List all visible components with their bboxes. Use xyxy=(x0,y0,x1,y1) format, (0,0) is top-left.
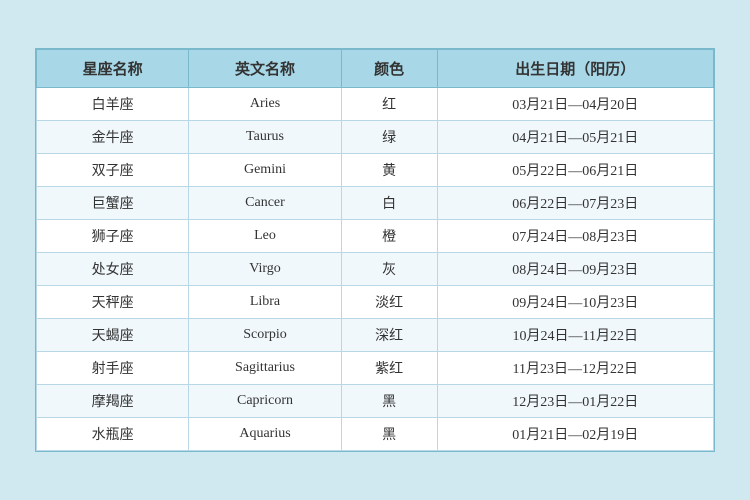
table-row: 处女座Virgo灰08月24日—09月23日 xyxy=(37,253,714,286)
cell-color: 灰 xyxy=(341,253,437,286)
cell-dates: 06月22日—07月23日 xyxy=(437,187,713,220)
cell-english-name: Libra xyxy=(189,286,341,319)
cell-dates: 08月24日—09月23日 xyxy=(437,253,713,286)
cell-english-name: Aquarius xyxy=(189,418,341,451)
cell-english-name: Aries xyxy=(189,88,341,121)
table-row: 巨蟹座Cancer白06月22日—07月23日 xyxy=(37,187,714,220)
table-row: 狮子座Leo橙07月24日—08月23日 xyxy=(37,220,714,253)
header-color: 颜色 xyxy=(341,50,437,88)
cell-chinese-name: 处女座 xyxy=(37,253,189,286)
table-row: 白羊座Aries红03月21日—04月20日 xyxy=(37,88,714,121)
cell-english-name: Leo xyxy=(189,220,341,253)
cell-color: 绿 xyxy=(341,121,437,154)
cell-dates: 03月21日—04月20日 xyxy=(437,88,713,121)
table-row: 天秤座Libra淡红09月24日—10月23日 xyxy=(37,286,714,319)
cell-color: 深红 xyxy=(341,319,437,352)
cell-dates: 07月24日—08月23日 xyxy=(437,220,713,253)
cell-dates: 05月22日—06月21日 xyxy=(437,154,713,187)
cell-color: 淡红 xyxy=(341,286,437,319)
cell-color: 白 xyxy=(341,187,437,220)
cell-color: 黑 xyxy=(341,385,437,418)
table-row: 金牛座Taurus绿04月21日—05月21日 xyxy=(37,121,714,154)
cell-chinese-name: 巨蟹座 xyxy=(37,187,189,220)
cell-chinese-name: 双子座 xyxy=(37,154,189,187)
cell-dates: 09月24日—10月23日 xyxy=(437,286,713,319)
cell-english-name: Scorpio xyxy=(189,319,341,352)
table-row: 双子座Gemini黄05月22日—06月21日 xyxy=(37,154,714,187)
cell-dates: 12月23日—01月22日 xyxy=(437,385,713,418)
cell-chinese-name: 天秤座 xyxy=(37,286,189,319)
table-row: 水瓶座Aquarius黑01月21日—02月19日 xyxy=(37,418,714,451)
cell-english-name: Taurus xyxy=(189,121,341,154)
cell-chinese-name: 金牛座 xyxy=(37,121,189,154)
header-birth-date: 出生日期（阳历） xyxy=(437,50,713,88)
cell-color: 黑 xyxy=(341,418,437,451)
cell-chinese-name: 射手座 xyxy=(37,352,189,385)
cell-english-name: Capricorn xyxy=(189,385,341,418)
cell-chinese-name: 水瓶座 xyxy=(37,418,189,451)
table-header-row: 星座名称 英文名称 颜色 出生日期（阳历） xyxy=(37,50,714,88)
cell-dates: 10月24日—11月22日 xyxy=(437,319,713,352)
cell-color: 橙 xyxy=(341,220,437,253)
cell-dates: 01月21日—02月19日 xyxy=(437,418,713,451)
cell-chinese-name: 天蝎座 xyxy=(37,319,189,352)
zodiac-table-container: 星座名称 英文名称 颜色 出生日期（阳历） 白羊座Aries红03月21日—04… xyxy=(35,48,715,452)
cell-chinese-name: 摩羯座 xyxy=(37,385,189,418)
header-english-name: 英文名称 xyxy=(189,50,341,88)
cell-english-name: Cancer xyxy=(189,187,341,220)
cell-english-name: Gemini xyxy=(189,154,341,187)
header-chinese-name: 星座名称 xyxy=(37,50,189,88)
table-row: 天蝎座Scorpio深红10月24日—11月22日 xyxy=(37,319,714,352)
cell-color: 紫红 xyxy=(341,352,437,385)
cell-chinese-name: 狮子座 xyxy=(37,220,189,253)
cell-dates: 11月23日—12月22日 xyxy=(437,352,713,385)
table-body: 白羊座Aries红03月21日—04月20日金牛座Taurus绿04月21日—0… xyxy=(37,88,714,451)
table-row: 射手座Sagittarius紫红11月23日—12月22日 xyxy=(37,352,714,385)
cell-dates: 04月21日—05月21日 xyxy=(437,121,713,154)
table-row: 摩羯座Capricorn黑12月23日—01月22日 xyxy=(37,385,714,418)
cell-chinese-name: 白羊座 xyxy=(37,88,189,121)
cell-english-name: Sagittarius xyxy=(189,352,341,385)
cell-color: 红 xyxy=(341,88,437,121)
cell-color: 黄 xyxy=(341,154,437,187)
cell-english-name: Virgo xyxy=(189,253,341,286)
zodiac-table: 星座名称 英文名称 颜色 出生日期（阳历） 白羊座Aries红03月21日—04… xyxy=(36,49,714,451)
